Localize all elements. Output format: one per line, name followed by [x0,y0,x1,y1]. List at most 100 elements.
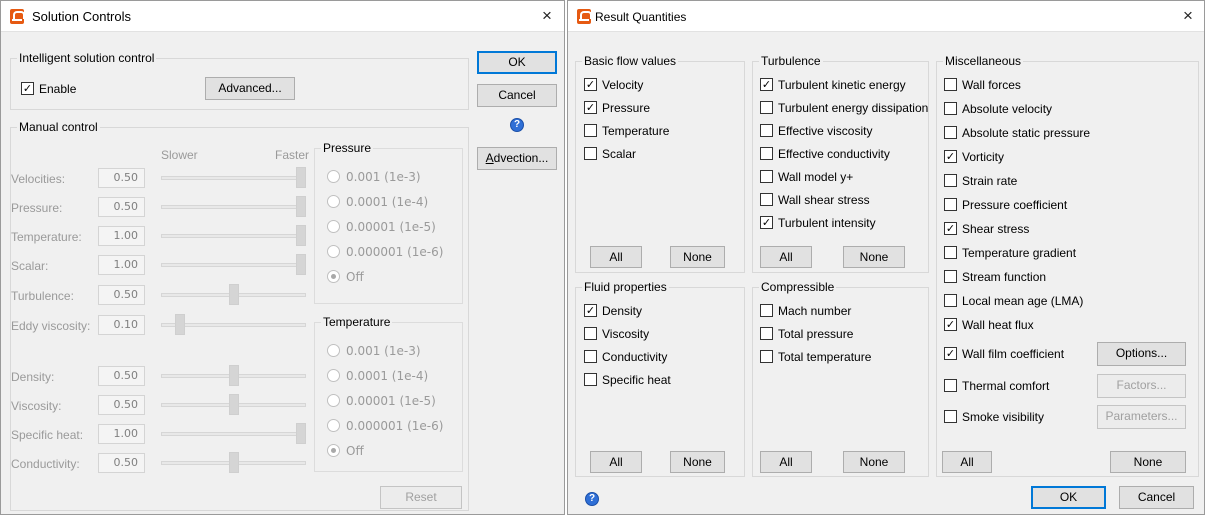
check-icon [760,350,773,363]
slider-thumb[interactable] [229,284,239,305]
ok-button[interactable]: OK [1031,486,1106,509]
value-field-density: 0.50 [98,366,145,386]
factors-button[interactable]: Factors... [1097,374,1186,398]
checkbox-label: Effective conductivity [778,147,890,161]
check-icon: ✓ [944,347,957,360]
row-label-scalar: Scalar: [11,259,49,273]
radio-label: 0.001 (1e-3) [346,344,421,358]
value-field-velocities: 0.50 [98,168,145,188]
check-icon: ✓ [21,82,34,95]
options-button[interactable]: Options... [1097,342,1186,366]
row-label-velocities: Velocities: [11,172,66,186]
all-button[interactable]: All [590,451,642,473]
checkbox-label: Smoke visibility [962,410,1045,424]
none-button[interactable]: None [843,246,905,268]
checkbox-label: Scalar [602,147,637,161]
none-button[interactable]: None [670,246,725,268]
group-label: Basic flow values [582,54,679,68]
none-button[interactable]: None [1110,451,1186,473]
parameters-button[interactable]: Parameters... [1097,405,1186,429]
check-icon [944,174,957,187]
radio-label: 0.001 (1e-3) [346,170,421,184]
check-icon [760,101,773,114]
advection-label: dvection... [493,151,549,165]
none-button[interactable]: None [670,451,725,473]
slider-thumb[interactable] [229,452,239,473]
check-icon [760,327,773,340]
turbulence-group: Turbulence ✓ Turbulent kinetic energy Turb… [752,54,929,273]
all-button[interactable]: All [760,246,812,268]
check-icon: ✓ [760,78,773,91]
app-icon [10,9,25,24]
all-button[interactable]: All [760,451,812,473]
slider-thumb[interactable] [296,225,306,246]
basic-flow-group: Basic flow values ✓ Velocity ✓ Pressure Temp… [575,54,745,273]
check-icon [944,270,957,283]
slider-track [161,263,306,267]
check-icon [760,304,773,317]
slider-thumb[interactable] [296,167,306,188]
slider-thumb[interactable] [296,423,306,444]
help-icon[interactable]: ? [510,118,524,132]
check-icon [944,78,957,91]
row-label-eddy-viscosity: Eddy viscosity: [11,319,91,333]
checkbox-label: Absolute static pressure [962,126,1091,140]
checkbox-label: Conductivity [602,350,668,364]
none-button[interactable]: None [843,451,905,473]
ok-button[interactable]: OK [477,51,557,74]
close-button[interactable]: × [536,5,558,27]
checkbox-label: Temperature gradient [962,246,1077,260]
value-field-scalar: 1.00 [98,255,145,275]
check-icon [584,350,597,363]
advection-button[interactable]: Advection... [477,147,557,170]
radio-label: 0.000001 (1e-6) [346,419,444,433]
cancel-button[interactable]: Cancel [1119,486,1194,509]
slider-track [161,432,306,436]
radio-circle [327,195,340,208]
check-icon [760,193,773,206]
group-label: Fluid properties [582,280,669,294]
check-icon [760,124,773,137]
slider-thumb[interactable] [296,196,306,217]
check-icon: ✓ [944,150,957,163]
pressure-group: Pressure 0.001 (1e-3) 0.0001 (1e-4) 0.0000… [314,141,463,304]
checkbox-label: Shear stress [962,222,1030,236]
row-label-turbulence: Turbulence: [11,289,74,303]
checkbox-label: Viscosity [602,327,650,341]
check-icon [584,124,597,137]
checkbox-label: Density [602,304,643,318]
slider-track [161,205,306,209]
miscellaneous-group: Miscellaneous Wall forces Absolute veloci… [936,54,1199,477]
checkbox-label: Turbulent intensity [778,216,876,230]
slider-thumb[interactable] [229,394,239,415]
all-button[interactable]: All [942,451,992,473]
slower-label: Slower [161,148,198,162]
slider-thumb[interactable] [296,254,306,275]
checkbox-label: Wall film coefficient [962,347,1065,361]
reset-button[interactable]: Reset [380,486,462,509]
close-button[interactable]: × [1177,5,1199,27]
mnemonic-letter: A [485,151,494,165]
checkbox-label: Velocity [602,78,644,92]
check-icon: ✓ [584,304,597,317]
checkbox-label: Wall model y+ [778,170,854,184]
compressible-group: Compressible Mach number Total pressure To… [752,280,929,477]
radio-circle [327,369,340,382]
checkbox-label: Wall shear stress [778,193,870,207]
checkbox-label: Pressure [602,101,651,115]
checkbox-label: Thermal comfort [962,379,1050,393]
cancel-button[interactable]: Cancel [477,84,557,107]
radio-label: 0.00001 (1e-5) [346,220,436,234]
advanced-button[interactable]: Advanced... [205,77,295,100]
help-icon[interactable]: ? [585,492,599,506]
radio-circle [327,419,340,432]
all-button[interactable]: All [590,246,642,268]
checkbox-label: Mach number [778,304,852,318]
dialog-title: Result Quantities [595,10,687,24]
slider-thumb[interactable] [175,314,185,335]
check-icon: ✓ [760,216,773,229]
slider-thumb[interactable] [229,365,239,386]
row-label-temperature: Temperature: [11,230,82,244]
radio-circle [327,220,340,233]
checkbox-label: Total pressure [778,327,854,341]
